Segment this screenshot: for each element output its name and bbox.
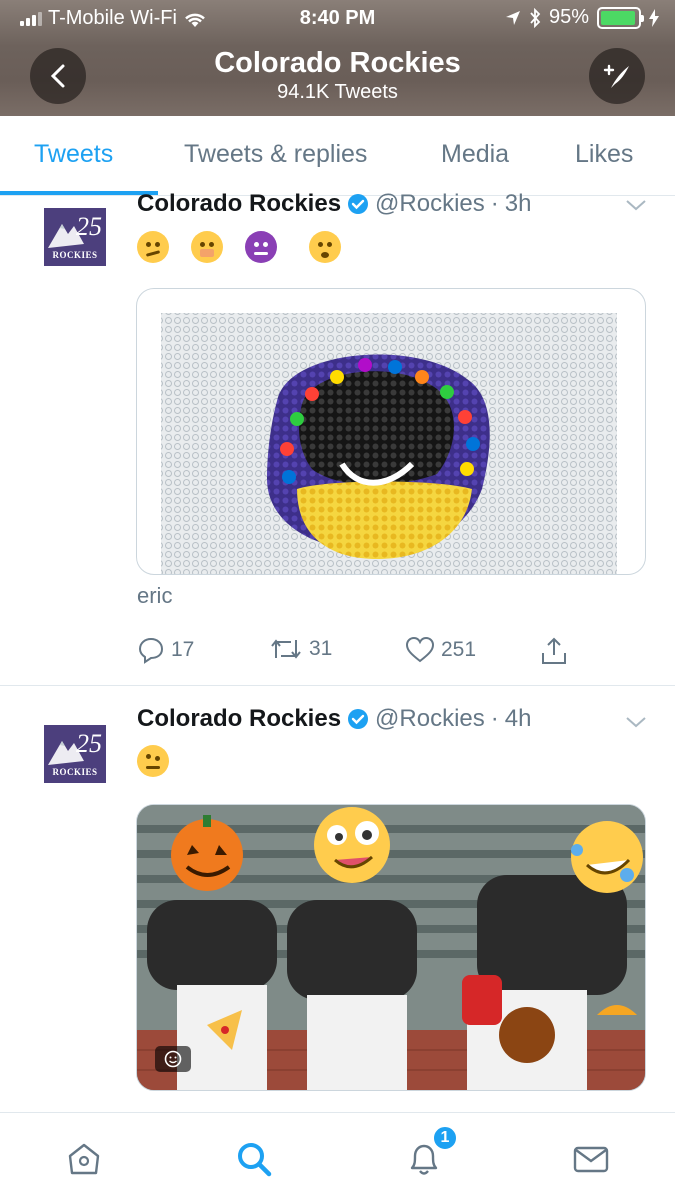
mail-icon [573,1146,609,1173]
avatar-label: ROCKIES [52,250,98,260]
avatar-number: 25 [76,729,102,758]
tweet-text-emojis [137,745,169,777]
tweet-header: Colorado Rockies @Rockies · 4h [137,705,531,733]
tweet-header: Colorado Rockies @Rockies · 3h [137,190,531,218]
tweet-image[interactable] [136,804,646,1091]
verified-badge-icon [348,194,369,214]
thinking-face-emoji [137,231,169,263]
chevron-down-icon[interactable] [625,198,647,212]
home-icon [68,1143,100,1175]
retweet-icon [271,639,301,659]
author-name[interactable]: Colorado Rockies [137,705,341,733]
location-arrow-icon [505,10,520,25]
status-bar: T-Mobile Wi-Fi 8:40 PM 95% [0,0,675,38]
share-icon [542,637,566,664]
home-tab[interactable] [62,1137,106,1181]
search-tab[interactable] [232,1137,276,1181]
battery-percent: 95% [548,6,589,28]
avatar[interactable]: 25 ROCKIES [44,725,106,783]
chevron-down-icon[interactable] [625,715,647,729]
battery-icon [597,6,644,29]
reply-button[interactable]: 17 [137,636,194,664]
avatar-label: ROCKIES [52,767,98,777]
profile-tabs: Tweets Tweets & replies Media Likes [0,116,675,196]
status-right: 95% [505,6,659,29]
profile-header: T-Mobile Wi-Fi 8:40 PM 95% Colorado Rock… [0,0,675,116]
heart-icon [405,636,435,663]
face-with-raised-eyebrow-emoji [137,745,169,777]
tweet-caption: eric [137,583,173,608]
notification-badge: 1 [432,1125,458,1151]
messages-tab[interactable] [569,1137,613,1181]
tab-media[interactable]: Media [441,140,509,169]
bluetooth-icon [530,7,541,28]
retweet-count: 31 [309,637,333,660]
reply-count: 17 [171,638,195,661]
charging-bolt-icon [649,8,659,27]
tweet[interactable]: 25 ROCKIES Colorado Rockies @Rockies · 4… [0,687,675,1112]
page-title: Colorado Rockies [214,47,461,79]
tweet-image[interactable] [136,288,646,575]
tweet-text-emojis [137,231,341,263]
tab-likes[interactable]: Likes [575,140,633,169]
like-button[interactable]: 251 [405,636,476,664]
exploding-head-emoji [309,231,341,263]
share-button[interactable] [539,636,569,666]
separator-dot: · [490,190,499,217]
smiling-face-with-horns-emoji [245,231,277,263]
tweet-time[interactable]: 3h [505,190,532,218]
author-handle[interactable]: @Rockies [375,190,485,218]
author-handle[interactable]: @Rockies [375,705,485,733]
like-count: 251 [441,638,477,661]
tab-tweets-and-replies[interactable]: Tweets & replies [184,140,367,169]
players-photo-image [137,805,645,1090]
tab-tweets[interactable]: Tweets [34,140,113,169]
tweet-time[interactable]: 4h [505,705,532,733]
face-with-hand-over-mouth-emoji [191,231,223,263]
active-tab-indicator [0,191,158,195]
avatar-number: 25 [76,212,102,241]
compose-tweet-button[interactable] [589,48,645,104]
verified-badge-icon [348,709,369,729]
search-icon [238,1143,272,1177]
gif-badge[interactable] [155,1046,191,1072]
bottom-tab-bar: 1 [0,1112,675,1200]
smiley-sticker-icon [164,1050,182,1068]
reply-icon [138,637,164,664]
tweet-count: 94.1K Tweets [277,81,398,103]
author-name[interactable]: Colorado Rockies [137,190,341,218]
compose-feather-icon [603,64,629,88]
retweet-button[interactable]: 31 [269,636,332,662]
tweet[interactable]: 25 ROCKIES Colorado Rockies @Rockies · 3… [0,190,675,686]
avatar[interactable]: 25 ROCKIES [44,208,106,266]
battery-level [601,10,636,25]
tweet-actions: 17 31 251 [137,636,577,676]
separator-dot: · [490,705,499,732]
emoji-mosaic-image [161,313,617,574]
